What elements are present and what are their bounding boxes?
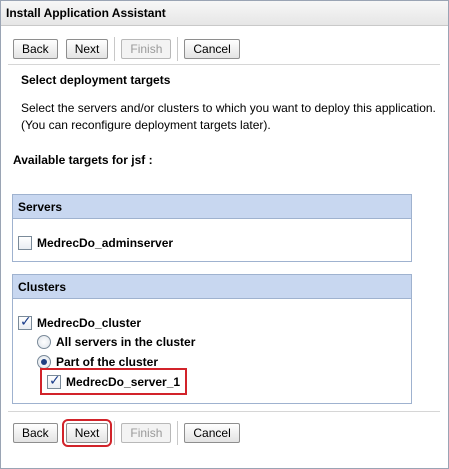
next-button[interactable]: Next: [65, 39, 109, 59]
cancel-button[interactable]: Cancel: [184, 423, 240, 443]
servers-header: Servers: [13, 195, 411, 219]
back-button[interactable]: Back: [13, 423, 58, 443]
server-checkbox[interactable]: [18, 236, 32, 250]
all-servers-radio[interactable]: [37, 335, 51, 349]
cluster-label: MedrecDo_cluster: [37, 316, 142, 330]
button-separator: [177, 421, 179, 445]
back-button[interactable]: Back: [13, 39, 58, 59]
cluster-option[interactable]: MedrecDo_cluster: [18, 314, 142, 330]
clusters-header: Clusters: [13, 275, 411, 299]
server-option[interactable]: MedrecDo_adminserver: [18, 236, 173, 250]
next-button[interactable]: Next: [61, 419, 113, 447]
bottom-button-bar: Back Next Finish Cancel: [13, 419, 248, 447]
cluster-checkbox[interactable]: [18, 314, 32, 330]
cancel-button[interactable]: Cancel: [184, 39, 240, 59]
finish-button: Finish: [121, 423, 172, 443]
divider: [8, 64, 440, 65]
part-of-cluster-radio[interactable]: [37, 355, 51, 369]
part-of-cluster-option[interactable]: Part of the cluster: [37, 355, 158, 369]
top-button-bar: Back Next Finish Cancel: [13, 37, 248, 61]
all-servers-option[interactable]: All servers in the cluster: [37, 335, 195, 349]
section-description: Select the servers and/or clusters to wh…: [21, 101, 436, 132]
all-servers-label: All servers in the cluster: [56, 335, 196, 349]
divider: [8, 411, 440, 412]
available-targets-label: Available targets for jsf :: [13, 153, 153, 167]
member-highlight-box: [40, 368, 187, 395]
assistant-window: Install Application Assistant Back Next …: [0, 0, 449, 469]
window-title: Install Application Assistant: [1, 1, 448, 26]
button-separator: [177, 37, 179, 61]
section-heading: Select deployment targets: [21, 73, 171, 87]
server-label: MedrecDo_adminserver: [37, 236, 174, 250]
button-separator: [114, 37, 116, 61]
servers-panel: Servers MedrecDo_adminserver: [12, 194, 412, 262]
part-of-cluster-label: Part of the cluster: [56, 355, 159, 369]
button-separator: [114, 421, 116, 445]
finish-button: Finish: [121, 39, 172, 59]
